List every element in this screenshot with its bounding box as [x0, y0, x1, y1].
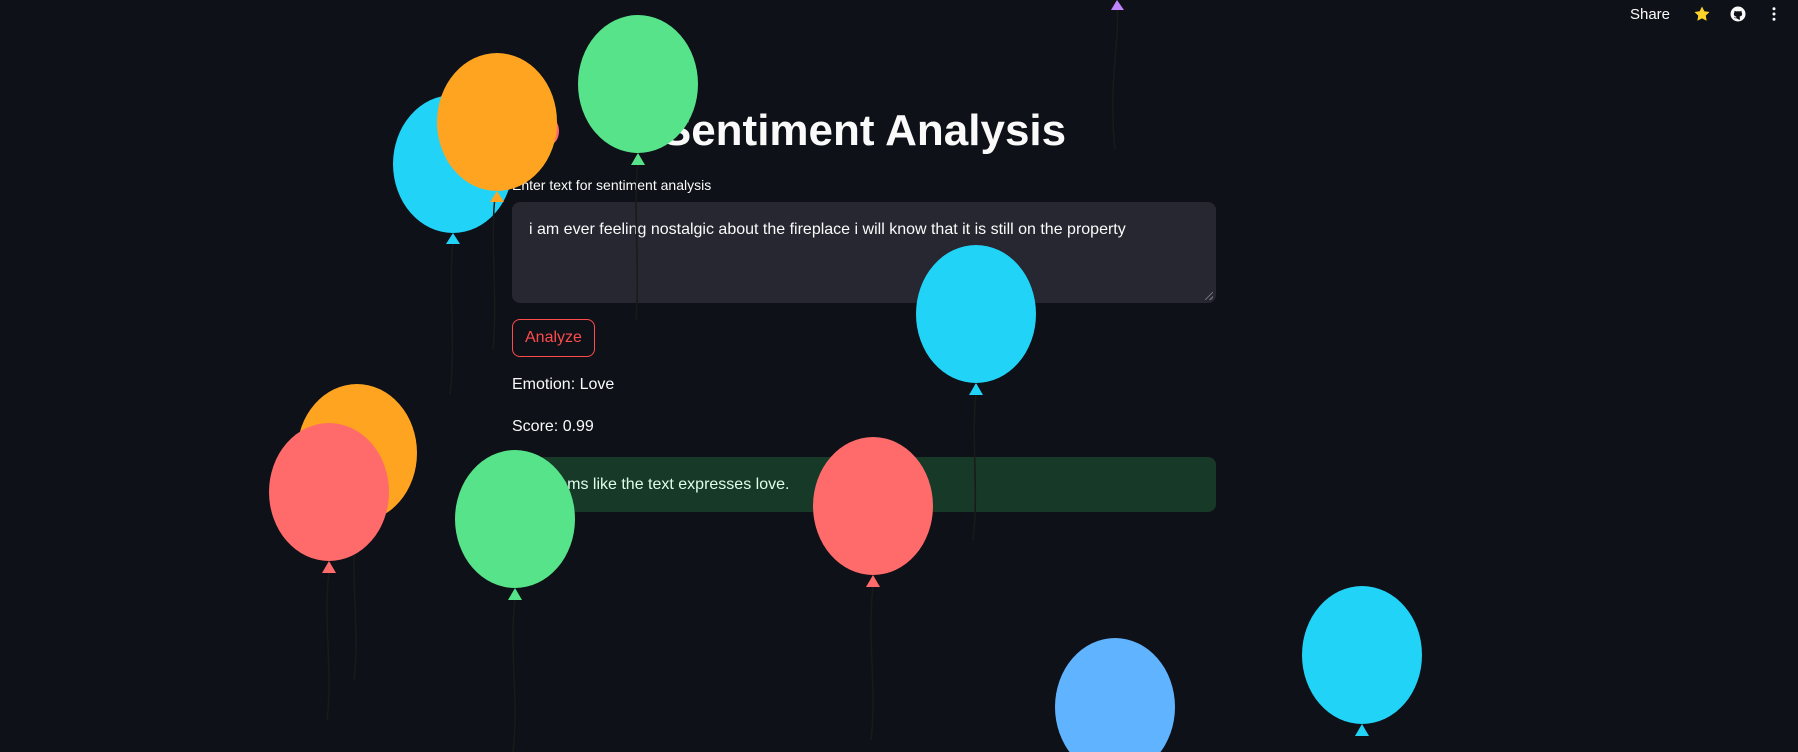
header-toolbar: Share — [1630, 0, 1798, 28]
app-page: Share Sentiment Analysis Enter text for … — [0, 0, 1798, 752]
github-icon-glyph — [1730, 6, 1746, 22]
text-area-value: i am ever feeling nostalgic about the fi… — [529, 221, 1126, 238]
resize-handle-icon[interactable] — [1205, 292, 1213, 300]
balloon-orange — [297, 384, 417, 681]
text-input-label: Enter text for sentiment analysis — [512, 177, 712, 193]
github-icon[interactable] — [1728, 4, 1748, 24]
success-alert-text: It seems like the text expresses love. — [528, 476, 790, 493]
balloon-blue — [393, 95, 513, 396]
star-icon-glyph — [1694, 6, 1710, 21]
more-vertical-icon[interactable] — [1764, 4, 1784, 24]
star-icon[interactable] — [1692, 4, 1712, 24]
more-vertical-icon-glyph — [1772, 7, 1776, 21]
page-title: Sentiment Analysis — [661, 106, 1067, 155]
balloon-red — [269, 423, 389, 721]
balloon-sky — [1055, 638, 1175, 752]
analyze-button[interactable]: Analyze — [512, 319, 595, 357]
share-button[interactable]: Share — [1630, 6, 1670, 23]
success-alert: It seems like the text expresses love. — [512, 457, 1216, 512]
emotion-result: Emotion: Love — [512, 376, 615, 393]
sentiment-text-area[interactable]: i am ever feeling nostalgic about the fi… — [512, 202, 1216, 303]
score-result: Score: 0.99 — [512, 418, 594, 435]
balloon-blue — [1302, 586, 1422, 736]
